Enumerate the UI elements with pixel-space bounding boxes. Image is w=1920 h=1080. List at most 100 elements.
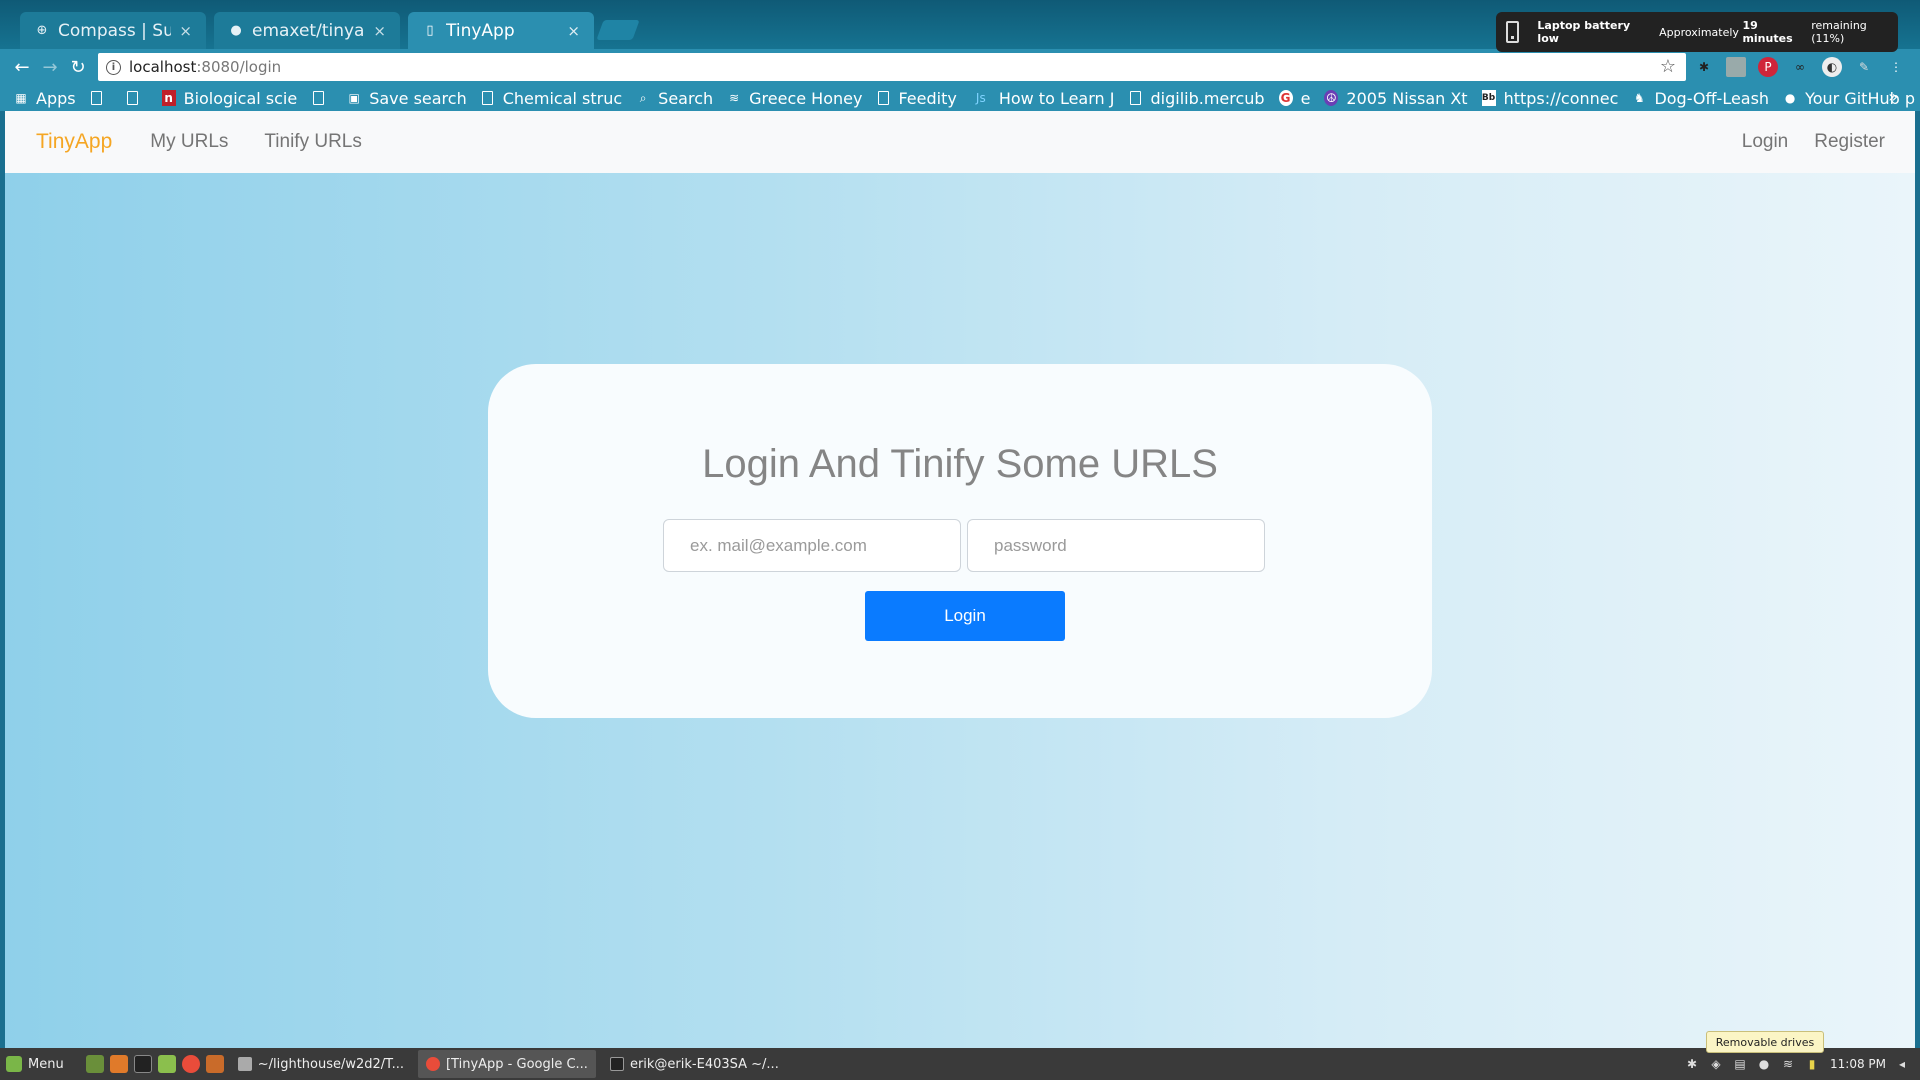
nav-register[interactable]: Register	[1814, 131, 1885, 153]
page-icon	[481, 90, 495, 106]
removable-drives-tooltip: Removable drives	[1706, 1031, 1824, 1053]
task-label: [TinyApp - Google C...	[445, 1056, 588, 1072]
shield-icon[interactable]: ◈	[1708, 1056, 1724, 1072]
bookmark-apps[interactable]: ▦ Apps	[14, 89, 75, 108]
tab-title: emaxet/tinyapp_	[252, 20, 365, 41]
back-arrow-icon[interactable]: ←	[10, 55, 34, 79]
nav-right: Login Register	[1716, 111, 1885, 173]
apps-grid-icon: ▦	[15, 91, 27, 105]
clock[interactable]: 11:08 PM	[1830, 1057, 1886, 1071]
extension-icon[interactable]	[1726, 57, 1746, 77]
clipboard-icon[interactable]: ▤	[1732, 1056, 1748, 1072]
pinterest-icon[interactable]: P	[1758, 57, 1778, 77]
page-icon	[90, 90, 104, 106]
bookmark-item[interactable]: ♞ Dog-Off-Leash	[1632, 89, 1769, 108]
bookmark-item[interactable]: ▣ Save search	[347, 89, 467, 108]
bookmark-item[interactable]: ≋ Greece Honey	[727, 89, 862, 108]
page-title: Login And Tinify Some URLS	[702, 442, 1218, 486]
github-icon: ●	[230, 23, 242, 38]
bookmark-item[interactable]	[126, 90, 148, 106]
bookmark-item[interactable]: n Biological scie	[161, 89, 297, 108]
terminal-icon[interactable]	[133, 1055, 152, 1073]
bookmarks-bar: ▦ Apps n Biological scie ▣ Save search Chem…	[0, 85, 1920, 111]
battery-notification[interactable]: Laptop battery low Approximately 19 minu…	[1496, 12, 1898, 52]
menu-dots-icon[interactable]: ⋮	[1886, 57, 1906, 77]
task-label: ~/lighthouse/w2d2/T...	[257, 1056, 404, 1072]
password-field[interactable]	[967, 519, 1265, 572]
extension-icon[interactable]: ◐	[1822, 57, 1842, 77]
task-chrome[interactable]: [TinyApp - Google C...	[417, 1050, 596, 1078]
login-button[interactable]: Login	[865, 591, 1065, 641]
chrome-icon	[425, 1057, 440, 1071]
chrome-icon[interactable]	[181, 1055, 200, 1073]
n-logo-icon: n	[161, 90, 176, 106]
terminal-icon	[609, 1057, 624, 1071]
bookmark-item[interactable]	[311, 90, 333, 106]
tab-github[interactable]: ● emaxet/tinyapp_ ×	[214, 12, 400, 49]
bookmark-star-icon[interactable]: ☆	[1660, 56, 1676, 77]
nav-my-urls[interactable]: My URLs	[150, 131, 228, 153]
bookmark-item[interactable]: Js How to Learn J	[971, 89, 1115, 108]
feather-icon: ≋	[729, 91, 740, 105]
bookmark-item[interactable]: digilib.mercub	[1128, 89, 1265, 108]
extension-icon[interactable]: ∞	[1790, 57, 1810, 77]
github-icon: ●	[1784, 91, 1796, 105]
sublime-icon[interactable]	[205, 1055, 224, 1073]
firefox-icon[interactable]	[109, 1055, 128, 1073]
bookmark-item[interactable]: Ge	[1278, 89, 1310, 108]
close-icon[interactable]: ×	[373, 22, 386, 40]
brand-logo[interactable]: TinyApp	[36, 130, 112, 154]
info-icon[interactable]: i	[106, 59, 121, 75]
battery-icon	[1506, 21, 1520, 43]
notification-text-bold: 19 minutes	[1742, 19, 1793, 45]
task-files[interactable]: ~/lighthouse/w2d2/T...	[230, 1050, 412, 1078]
tab-tinyapp[interactable]: ▯ TinyApp ×	[408, 12, 594, 49]
new-tab-button[interactable]	[596, 20, 640, 40]
google-icon: G	[1278, 90, 1293, 106]
bookmark-item[interactable]: Bb https://connec	[1481, 89, 1618, 108]
extension-icon[interactable]: ✱	[1694, 57, 1714, 77]
address-bar[interactable]: i localhost:8080/login ☆	[98, 53, 1686, 81]
page-icon	[1128, 90, 1142, 106]
start-menu-button[interactable]: Menu	[6, 1056, 64, 1072]
close-icon[interactable]: ×	[179, 22, 192, 40]
folder-icon[interactable]	[157, 1055, 176, 1073]
bookmark-item[interactable]	[90, 90, 112, 106]
pen-icon[interactable]: ✎	[1854, 57, 1874, 77]
nav-login[interactable]: Login	[1742, 131, 1789, 153]
notification-title: Laptop battery low	[1537, 19, 1631, 45]
email-field[interactable]	[663, 519, 961, 572]
page-icon	[126, 90, 140, 106]
page-icon	[311, 90, 325, 106]
task-label: erik@erik-E403SA ~/...	[629, 1056, 779, 1072]
settings-icon[interactable]: ✱	[1684, 1056, 1700, 1072]
battery-icon[interactable]: ▮	[1804, 1056, 1820, 1072]
tab-title: Compass | Subm	[58, 20, 172, 41]
url-host: localhost	[129, 58, 197, 76]
volume-icon[interactable]: ◂	[1894, 1056, 1910, 1072]
bookmark-item[interactable]: ⌕ Search	[636, 89, 713, 108]
user-icon[interactable]: ●	[1756, 1056, 1772, 1072]
page-icon: ▯	[426, 23, 434, 38]
tab-compass[interactable]: ⊕ Compass | Subm ×	[20, 12, 206, 49]
reload-icon[interactable]: ↻	[66, 55, 90, 79]
bookmark-item[interactable]: ☮ 2005 Nissan Xt	[1324, 89, 1468, 108]
notification-text-suffix: remaining (11%)	[1811, 19, 1867, 45]
page-icon	[876, 90, 890, 106]
tab-title: TinyApp	[446, 20, 515, 41]
login-card: Login And Tinify Some URLS Login	[488, 364, 1432, 718]
window-icon	[237, 1057, 252, 1071]
menu-label: Menu	[28, 1056, 64, 1072]
show-desktop-icon[interactable]	[85, 1055, 104, 1073]
wifi-icon[interactable]: ≋	[1780, 1056, 1796, 1072]
close-icon[interactable]: ×	[567, 22, 580, 40]
nav-tinify-urls[interactable]: Tinify URLs	[264, 131, 361, 153]
bookmark-item[interactable]: Feedity	[876, 89, 957, 108]
compass-icon: ⊕	[36, 23, 48, 38]
bookmark-item[interactable]: Chemical struc	[481, 89, 622, 108]
search-icon: ⌕	[639, 90, 647, 105]
forward-arrow-icon[interactable]: →	[38, 55, 62, 79]
more-bookmarks-icon[interactable]: »	[1888, 87, 1898, 106]
js-icon: Js	[975, 91, 986, 105]
task-terminal[interactable]: erik@erik-E403SA ~/...	[602, 1050, 787, 1078]
